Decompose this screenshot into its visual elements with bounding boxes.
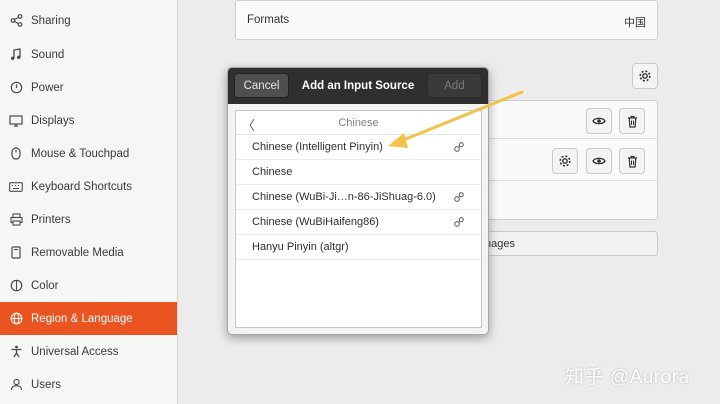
sidebar-item-users[interactable]: Users — [0, 368, 177, 401]
color-icon — [9, 279, 23, 293]
sidebar-item-label: Power — [31, 81, 64, 94]
list-header-title: Chinese — [338, 116, 379, 129]
formats-label: Formats — [247, 14, 290, 26]
removable-media-icon — [9, 246, 23, 260]
list-header[interactable]: 〈 Chinese — [236, 111, 481, 135]
music-note-icon — [9, 48, 23, 62]
preferences-icon — [453, 191, 465, 206]
preferences-icon — [453, 141, 465, 156]
sidebar-item-power[interactable]: Power — [0, 71, 177, 104]
list-item[interactable]: Chinese (WuBiHaifeng86) — [236, 210, 481, 235]
sidebar-item-removable-media[interactable]: Removable Media — [0, 236, 177, 269]
accessibility-icon — [9, 345, 23, 359]
sidebar-item-label: Sound — [31, 48, 65, 61]
preferences-icon — [453, 216, 465, 231]
sidebar-item-label: Displays — [31, 114, 75, 127]
sidebar-item-displays[interactable]: Displays — [0, 104, 177, 137]
sidebar-item-sharing[interactable]: Sharing — [0, 4, 177, 37]
add-button[interactable]: Add — [427, 73, 482, 98]
list-item[interactable]: Hanyu Pinyin (altgr) — [236, 235, 481, 260]
sidebar-item-region-language[interactable]: Region & Language — [0, 302, 177, 335]
printer-icon — [9, 213, 23, 227]
sidebar-item-sound[interactable]: Sound — [0, 38, 177, 71]
input-settings-button[interactable] — [552, 148, 578, 174]
list-item[interactable]: Chinese — [236, 160, 481, 185]
mouse-icon — [9, 147, 23, 161]
list-item-label: Chinese (WuBiHaifeng86) — [252, 216, 379, 228]
view-layout-button[interactable] — [586, 108, 612, 134]
eye-icon — [592, 116, 606, 126]
sidebar-item-color[interactable]: Color — [0, 269, 177, 302]
manage-languages-label: uages — [485, 238, 515, 250]
power-icon — [9, 81, 23, 95]
list-item-label: Hanyu Pinyin (altgr) — [252, 241, 349, 253]
dialog-title: Add an Input Source — [301, 80, 415, 92]
sidebar-item-keyboard-shortcuts[interactable]: Keyboard Shortcuts — [0, 170, 177, 203]
sidebar-item-label: Color — [31, 279, 59, 292]
list-item[interactable]: Chinese (Intelligent Pinyin) — [236, 135, 481, 160]
sidebar-item-label: Mouse & Touchpad — [31, 147, 130, 160]
display-icon — [9, 114, 23, 128]
sidebar-item-label: Keyboard Shortcuts — [31, 180, 133, 193]
input-source-options-button[interactable] — [632, 63, 658, 89]
trash-icon — [627, 115, 638, 128]
cancel-button[interactable]: Cancel — [234, 73, 289, 98]
sidebar-item-universal-access[interactable]: Universal Access — [0, 335, 177, 368]
view-layout-button[interactable] — [586, 148, 612, 174]
add-input-source-dialog: Cancel Add an Input Source Add 〈 Chinese… — [227, 67, 489, 335]
sidebar-item-label: Universal Access — [31, 345, 119, 358]
sidebar-item-label: Region & Language — [31, 312, 133, 325]
formats-value: 中国 — [624, 16, 646, 29]
list-item[interactable]: Chinese (WuBi-Ji…n-86-JiShuag-6.0) — [236, 185, 481, 210]
list-item-label: Chinese — [252, 166, 293, 178]
sidebar-item-printers[interactable]: Printers — [0, 203, 177, 236]
users-icon — [9, 378, 23, 392]
dialog-header: Cancel Add an Input Source Add — [228, 68, 488, 104]
remove-input-button[interactable] — [619, 108, 645, 134]
keyboard-icon — [9, 180, 23, 194]
back-chevron-icon[interactable]: 〈 — [242, 115, 255, 134]
input-source-list: 〈 Chinese Chinese (Intelligent Pinyin) C… — [235, 110, 482, 328]
formats-row[interactable]: Formats 中国 — [235, 0, 658, 40]
sidebar-item-label: Users — [31, 378, 62, 391]
share-icon — [9, 14, 23, 28]
globe-icon — [9, 312, 23, 326]
sidebar-item-mouse-touchpad[interactable]: Mouse & Touchpad — [0, 137, 177, 170]
settings-sidebar: Sharing Sound Power Displays Mouse & Tou… — [0, 0, 178, 404]
sidebar-item-label: Removable Media — [31, 246, 124, 259]
gear-icon — [558, 154, 572, 168]
watermark: 知乎 @Aurora — [565, 367, 690, 388]
gear-icon — [638, 69, 652, 83]
trash-icon — [627, 155, 638, 168]
remove-input-button[interactable] — [619, 148, 645, 174]
list-item-label: Chinese (Intelligent Pinyin) — [252, 141, 383, 153]
sidebar-item-label: Sharing — [31, 14, 71, 27]
list-item-label: Chinese (WuBi-Ji…n-86-JiShuag-6.0) — [252, 191, 436, 203]
eye-icon — [592, 156, 606, 166]
sidebar-item-label: Printers — [31, 213, 71, 226]
